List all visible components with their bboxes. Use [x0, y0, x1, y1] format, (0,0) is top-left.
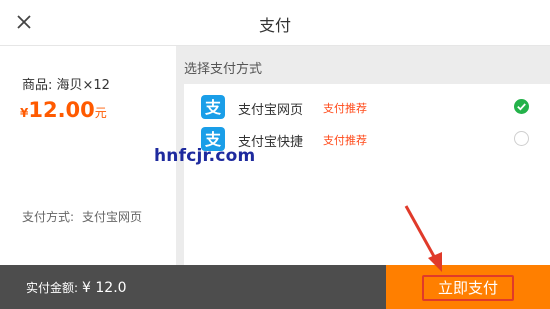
product-name: 商品: 海贝×12	[22, 78, 110, 93]
payment-method-label: 支付方式:	[22, 210, 75, 224]
section-title: 选择支付方式	[184, 62, 263, 77]
option-name: 支付宝网页	[238, 103, 304, 118]
payment-method-summary: 支付方式: 支付宝网页	[22, 208, 142, 225]
payment-method-value: 支付宝网页	[82, 210, 143, 224]
price: ¥12.00元	[20, 98, 107, 122]
price-value: 12.00	[28, 98, 95, 122]
pay-now-label: 立即支付	[422, 275, 514, 301]
radio-unchecked-icon[interactable]	[514, 131, 529, 146]
option-tag: 支付推荐	[323, 134, 367, 147]
radio-checked-icon[interactable]	[514, 99, 529, 114]
option-tag: 支付推荐	[323, 102, 367, 115]
order-summary: 商品: 海贝×12 ¥12.00元 支付方式: 支付宝网页	[0, 46, 176, 265]
price-unit: 元	[94, 106, 107, 120]
watermark: hnfcjr.com	[154, 146, 256, 166]
total-amount-value: ¥ 12.0	[82, 280, 127, 296]
alipay-icon: 支	[201, 95, 225, 119]
header: 支付	[0, 0, 550, 46]
payment-option-alipay-web[interactable]: 支 支付宝网页 支付推荐	[184, 90, 550, 124]
payment-options-list: 支 支付宝网页 支付推荐 支 支付宝快捷 支付推荐	[184, 84, 550, 265]
svg-text:支: 支	[204, 98, 222, 117]
total-amount-label: 实付金额:	[26, 281, 79, 295]
total-amount: 实付金额: ¥ 12.0	[26, 279, 127, 296]
page-title: 支付	[258, 16, 291, 35]
annotation-arrow-icon	[404, 205, 442, 272]
